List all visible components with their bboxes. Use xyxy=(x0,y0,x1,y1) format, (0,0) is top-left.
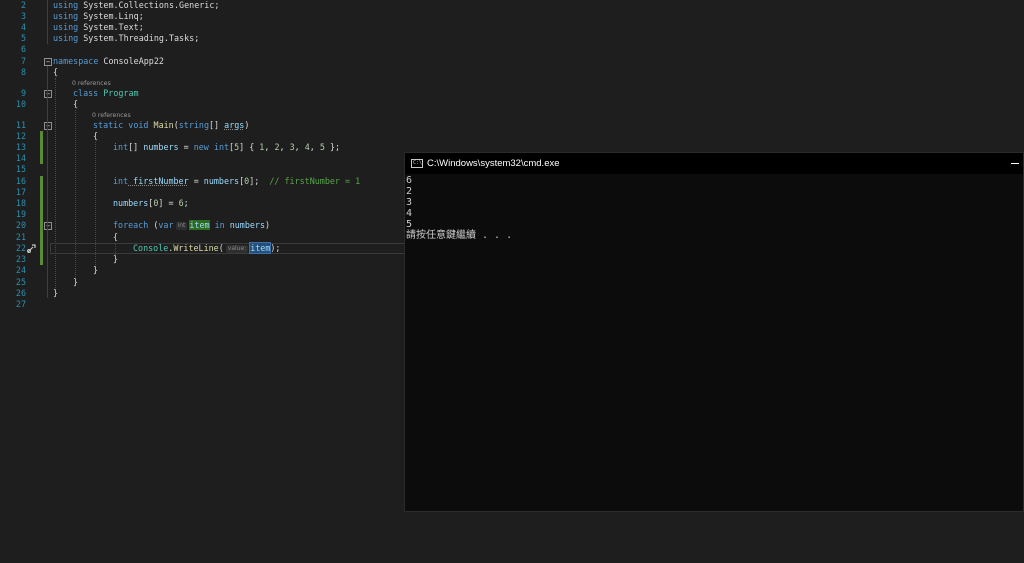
line-number: 25 xyxy=(15,277,26,287)
code-line: int firstNumber = numbers[0]; // firstNu… xyxy=(113,176,361,186)
indent-guide xyxy=(55,78,56,288)
window-title: C:\Windows\system32\cmd.exe xyxy=(427,158,560,169)
collapse-icon[interactable]: − xyxy=(44,90,52,98)
quick-actions-icon[interactable] xyxy=(26,243,38,254)
line-number: 9 xyxy=(20,88,26,98)
collapse-icon[interactable]: − xyxy=(44,122,52,130)
inlay-type-hint: int xyxy=(175,222,188,230)
minimize-button[interactable] xyxy=(1009,156,1021,170)
line-number: 20 xyxy=(15,220,26,230)
line-number: 21 xyxy=(15,232,26,242)
code-line: numbers[0] = 6; xyxy=(113,198,189,208)
line-number: 16 xyxy=(15,176,26,186)
line-number: 10 xyxy=(15,99,26,109)
code-line: using System.Collections.Generic; xyxy=(53,0,220,10)
code-line: { xyxy=(113,232,119,242)
outline-line xyxy=(47,0,48,44)
code-line: namespace ConsoleApp22 xyxy=(53,56,164,66)
collapse-icon[interactable]: − xyxy=(44,58,52,66)
minimize-icon xyxy=(1011,163,1019,164)
code-line: static void Main(string[] args) xyxy=(93,120,250,130)
console-line: 3 xyxy=(406,197,413,208)
line-number: 11 xyxy=(15,120,26,130)
code-line: int[] numbers = new int[5] { 1, 2, 3, 4,… xyxy=(113,142,341,152)
cmd-icon[interactable]: C:\ xyxy=(411,159,423,168)
code-line: } xyxy=(93,265,99,275)
line-number: 14 xyxy=(15,153,26,163)
code-line: { xyxy=(93,131,99,141)
codelens-references[interactable]: 0 references xyxy=(72,79,111,88)
line-number: 24 xyxy=(15,265,26,275)
line-number: 7 xyxy=(20,56,26,66)
line-number: 12 xyxy=(15,131,26,141)
console-line: 2 xyxy=(406,186,413,197)
code-line: } xyxy=(53,288,59,298)
line-number: 6 xyxy=(20,44,26,54)
line-number: 22 xyxy=(15,243,26,253)
line-number: 26 xyxy=(15,288,26,298)
line-number: 13 xyxy=(15,142,26,152)
console-line: 5 xyxy=(406,219,413,230)
collapse-icon[interactable]: − xyxy=(44,222,52,230)
code-line: class Program xyxy=(73,88,139,98)
highlighted-reference: item xyxy=(189,220,210,230)
line-number: 4 xyxy=(20,22,26,32)
code-line[interactable]: Console.WriteLine(value: item); xyxy=(133,242,280,254)
cmd-title-bar[interactable]: C:\ C:\Windows\system32\cmd.exe xyxy=(405,153,1023,174)
code-line: { xyxy=(73,99,79,109)
change-indicator xyxy=(40,176,43,265)
console-output[interactable]: 6 2 3 4 5 請按任意鍵繼續 . . . xyxy=(406,175,512,241)
code-line: foreach (var int item in numbers) xyxy=(113,220,271,230)
inlay-parameter-hint: value: xyxy=(225,245,249,253)
code-line: { xyxy=(53,67,59,77)
line-number: 3 xyxy=(20,11,26,21)
code-line: using System.Threading.Tasks; xyxy=(53,33,200,43)
line-number: 8 xyxy=(20,67,26,77)
console-line: 請按任意鍵繼續 . . . xyxy=(406,230,513,241)
code-line: using System.Text; xyxy=(53,22,144,32)
code-line: } xyxy=(73,277,79,287)
console-line: 6 xyxy=(406,175,413,186)
line-number: 15 xyxy=(15,164,26,174)
line-number: 2 xyxy=(20,0,26,10)
change-indicator xyxy=(40,131,43,164)
line-number: 17 xyxy=(15,187,26,197)
code-line: } xyxy=(113,254,119,264)
line-number: 18 xyxy=(15,198,26,208)
cmd-window[interactable]: C:\ C:\Windows\system32\cmd.exe 6 2 3 4 … xyxy=(404,152,1024,512)
code-line: using System.Linq; xyxy=(53,11,144,21)
line-number: 23 xyxy=(15,254,26,264)
codelens-references[interactable]: 0 references xyxy=(92,111,131,120)
selected-reference: item xyxy=(249,242,272,254)
line-number: 19 xyxy=(15,209,26,219)
line-number: 27 xyxy=(15,299,26,309)
outline-line xyxy=(47,66,48,298)
console-line: 4 xyxy=(406,208,413,219)
line-number: 5 xyxy=(20,33,26,43)
